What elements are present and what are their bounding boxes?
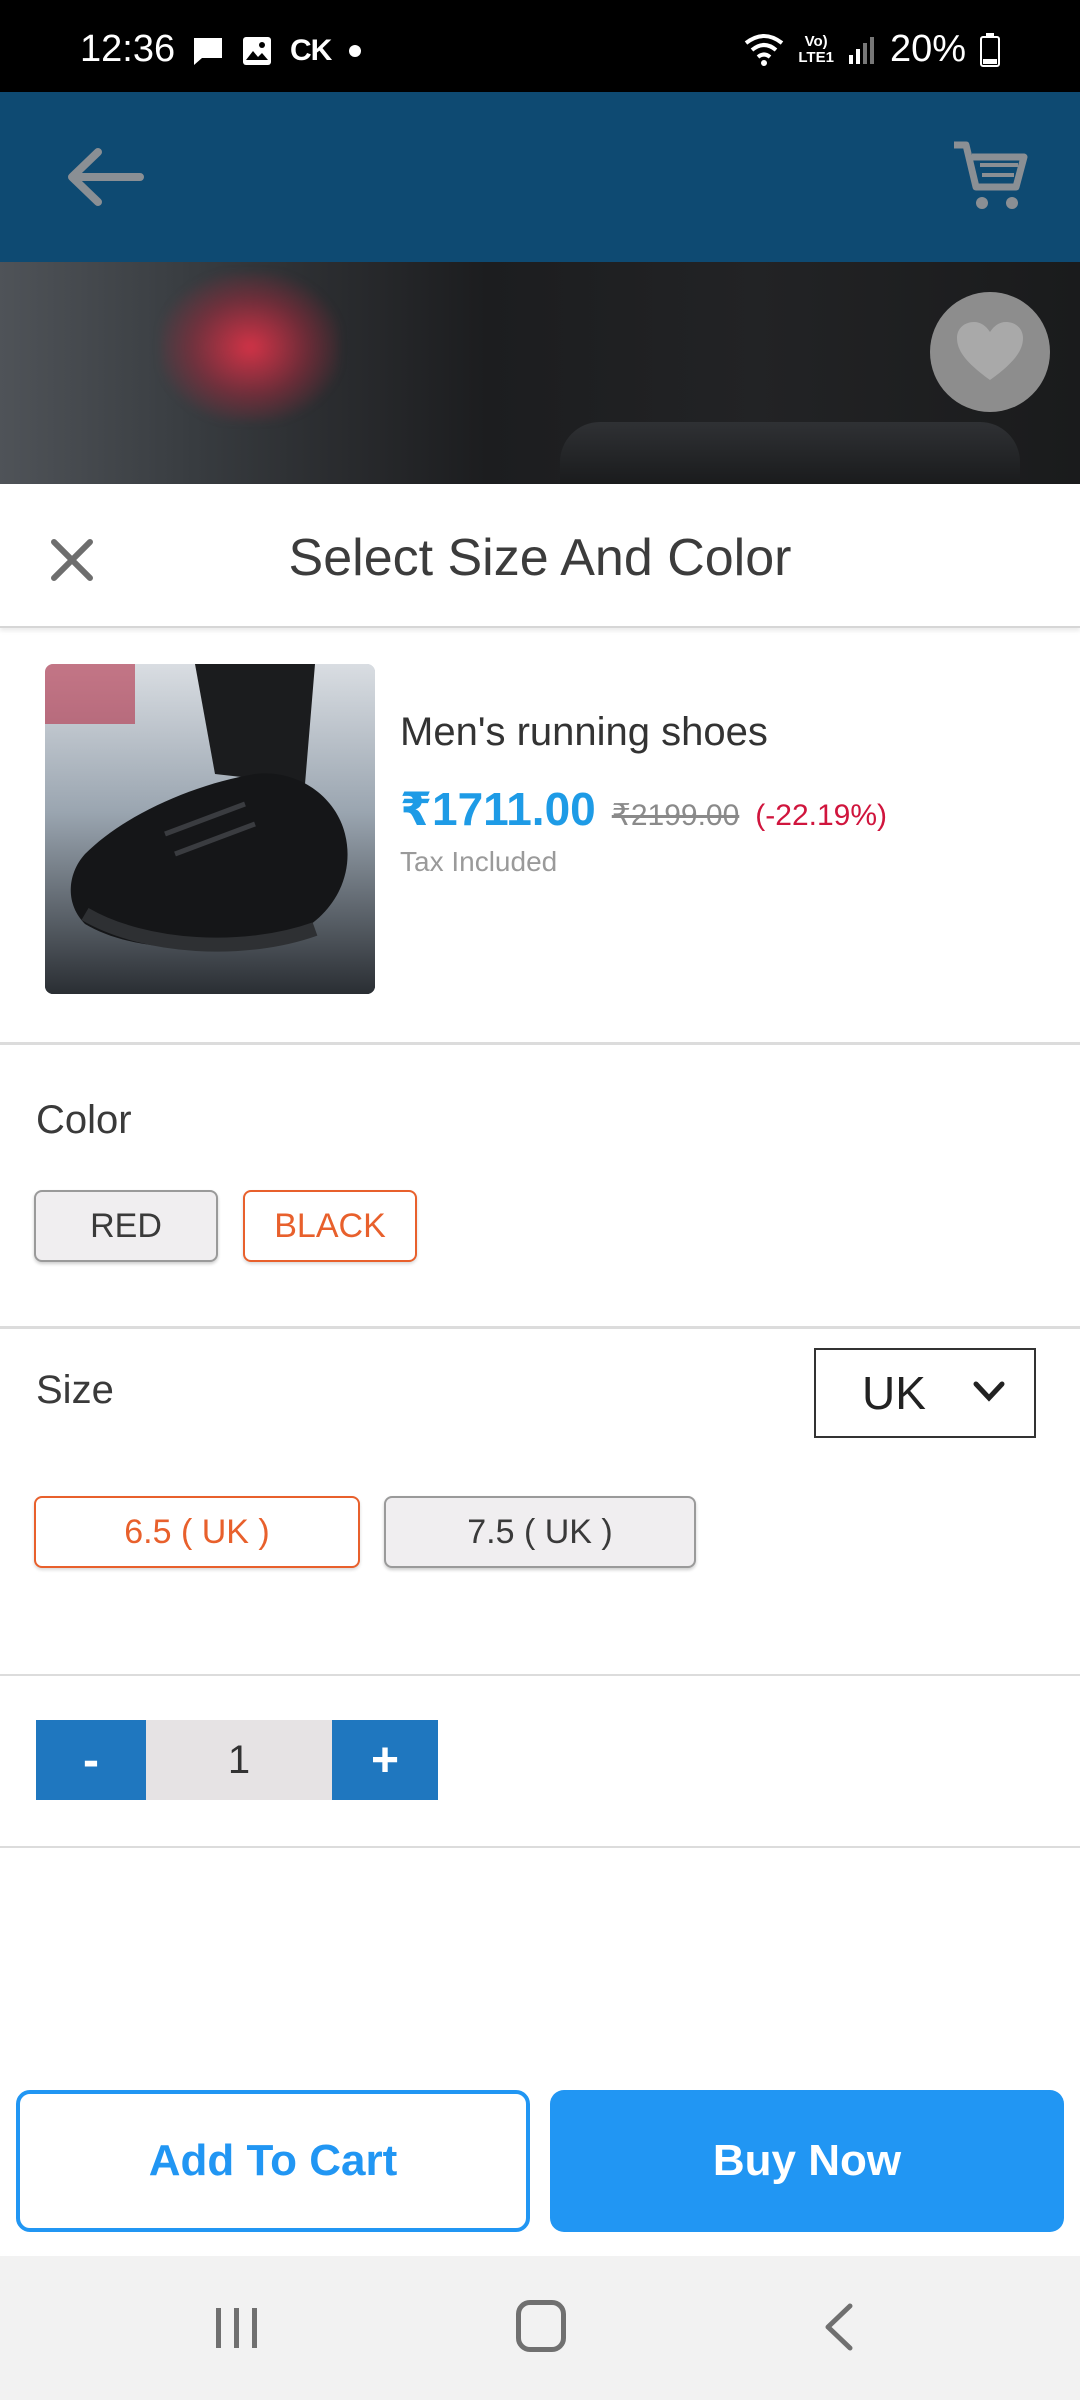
size-color-sheet: Select Size And Color Men's running shoe…: [0, 484, 1080, 2256]
carrier-tag: CK: [290, 34, 332, 67]
signal-icon: [848, 36, 874, 64]
battery-icon: [980, 32, 1000, 67]
network-type: Vo) LTE1: [798, 32, 834, 66]
size-option-7-5[interactable]: 7.5 ( UK ): [384, 1496, 696, 1568]
size-unit-dropdown[interactable]: UK: [814, 1348, 1036, 1438]
quantity-increment-button[interactable]: +: [332, 1720, 438, 1800]
price-row: ₹1711.00 ₹2199.00 (-22.19%): [400, 782, 887, 836]
nav-back-icon[interactable]: [820, 2302, 860, 2352]
status-time: 12:36: [80, 28, 176, 70]
recent-apps-icon[interactable]: [212, 2306, 262, 2350]
divider: [0, 1042, 1080, 1045]
home-icon[interactable]: [516, 2300, 566, 2352]
quantity-stepper: - 1 +: [36, 1720, 438, 1800]
tax-note: Tax Included: [400, 846, 558, 877]
action-bar: Add To Cart Buy Now: [0, 2088, 1080, 2238]
divider: [0, 1846, 1080, 1848]
status-notifications: CK: [192, 34, 362, 68]
shoe-image: [45, 664, 375, 994]
size-label: Size: [36, 1368, 114, 1412]
app-header: [0, 92, 1080, 262]
favorite-button[interactable]: [930, 292, 1050, 412]
status-bar: 12:36 CK Vo) LTE1 20%: [0, 0, 1080, 92]
network-lte: LTE1: [798, 48, 834, 66]
hero-blur-light: [160, 272, 340, 422]
buy-now-button[interactable]: Buy Now: [550, 2090, 1064, 2232]
system-nav-bar: [0, 2256, 1080, 2400]
network-volte: Vo): [804, 32, 828, 50]
wifi-icon: [745, 33, 784, 66]
product-name: Men's running shoes: [400, 710, 768, 754]
sheet-header: Select Size And Color: [0, 484, 1080, 628]
add-to-cart-button[interactable]: Add To Cart: [16, 2090, 530, 2232]
original-price: ₹2199.00: [611, 799, 740, 832]
product-hero-image: [0, 262, 1080, 484]
message-icon: [194, 38, 222, 65]
divider: [0, 1674, 1080, 1676]
heart-icon: [957, 322, 1023, 380]
arrow-left-icon: [68, 148, 144, 206]
divider: [0, 1326, 1080, 1329]
discount-badge: (-22.19%): [755, 799, 887, 832]
color-label: Color: [36, 1098, 132, 1142]
battery-percent: 20%: [889, 28, 966, 70]
size-unit-value: UK: [862, 1367, 926, 1419]
hero-fabric: [560, 422, 1020, 484]
sheet-title: Select Size And Color: [288, 529, 792, 587]
status-system: Vo) LTE1 20%: [744, 28, 1000, 71]
shopping-cart-icon: [954, 141, 1028, 209]
image-icon: [243, 37, 271, 65]
color-option-red[interactable]: RED: [34, 1190, 218, 1262]
size-option-6-5[interactable]: 6.5 ( UK ): [34, 1496, 360, 1568]
product-price: ₹1711.00: [400, 783, 596, 835]
notification-dot: [349, 45, 362, 57]
color-option-black[interactable]: BLACK: [243, 1190, 417, 1262]
quantity-value[interactable]: 1: [146, 1720, 332, 1800]
back-button[interactable]: [60, 132, 150, 222]
chevron-down-icon: [973, 1381, 1005, 1402]
cart-button[interactable]: [950, 137, 1030, 217]
product-thumbnail: [45, 664, 375, 994]
quantity-decrement-button[interactable]: -: [36, 1720, 146, 1800]
